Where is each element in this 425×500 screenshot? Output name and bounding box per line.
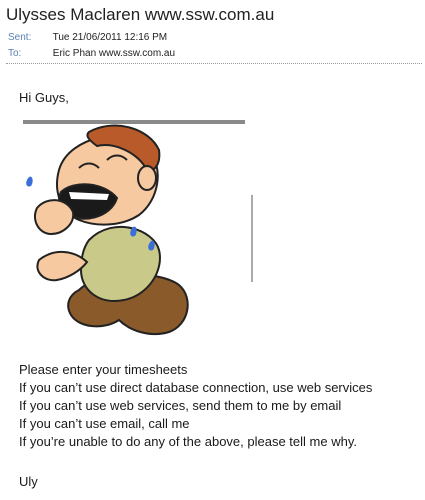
sender-name: Ulysses Maclaren www.ssw.com.au — [6, 5, 275, 24]
message-lines: Please enter your timesheets If you can’… — [19, 361, 372, 451]
message-line: If you can’t use web services, send them… — [19, 398, 342, 413]
greeting: Hi Guys, — [19, 90, 69, 105]
header-divider — [6, 63, 422, 64]
sent-value: Tue 21/06/2011 12:16 PM — [52, 32, 168, 43]
email-header: Ulysses Maclaren www.ssw.com.au Sent: Tu… — [0, 0, 425, 64]
crying-man-cartoon-image — [23, 120, 253, 336]
sent-label: Sent: — [8, 32, 32, 43]
signoff: Uly — [19, 474, 38, 489]
sent-row: Sent: Tue 21/06/2011 12:16 PM — [8, 32, 167, 43]
message-line: If you can’t use direct database connect… — [19, 380, 373, 395]
message-line: If you’re unable to do any of the above,… — [19, 434, 357, 449]
to-row: To: Eric Phan www.ssw.com.au — [8, 48, 175, 59]
to-value[interactable]: Eric Phan www.ssw.com.au — [53, 48, 175, 59]
to-label: To: — [8, 48, 22, 59]
message-line: Please enter your timesheets — [19, 362, 188, 377]
message-line: If you can’t use email, call me — [19, 416, 190, 431]
